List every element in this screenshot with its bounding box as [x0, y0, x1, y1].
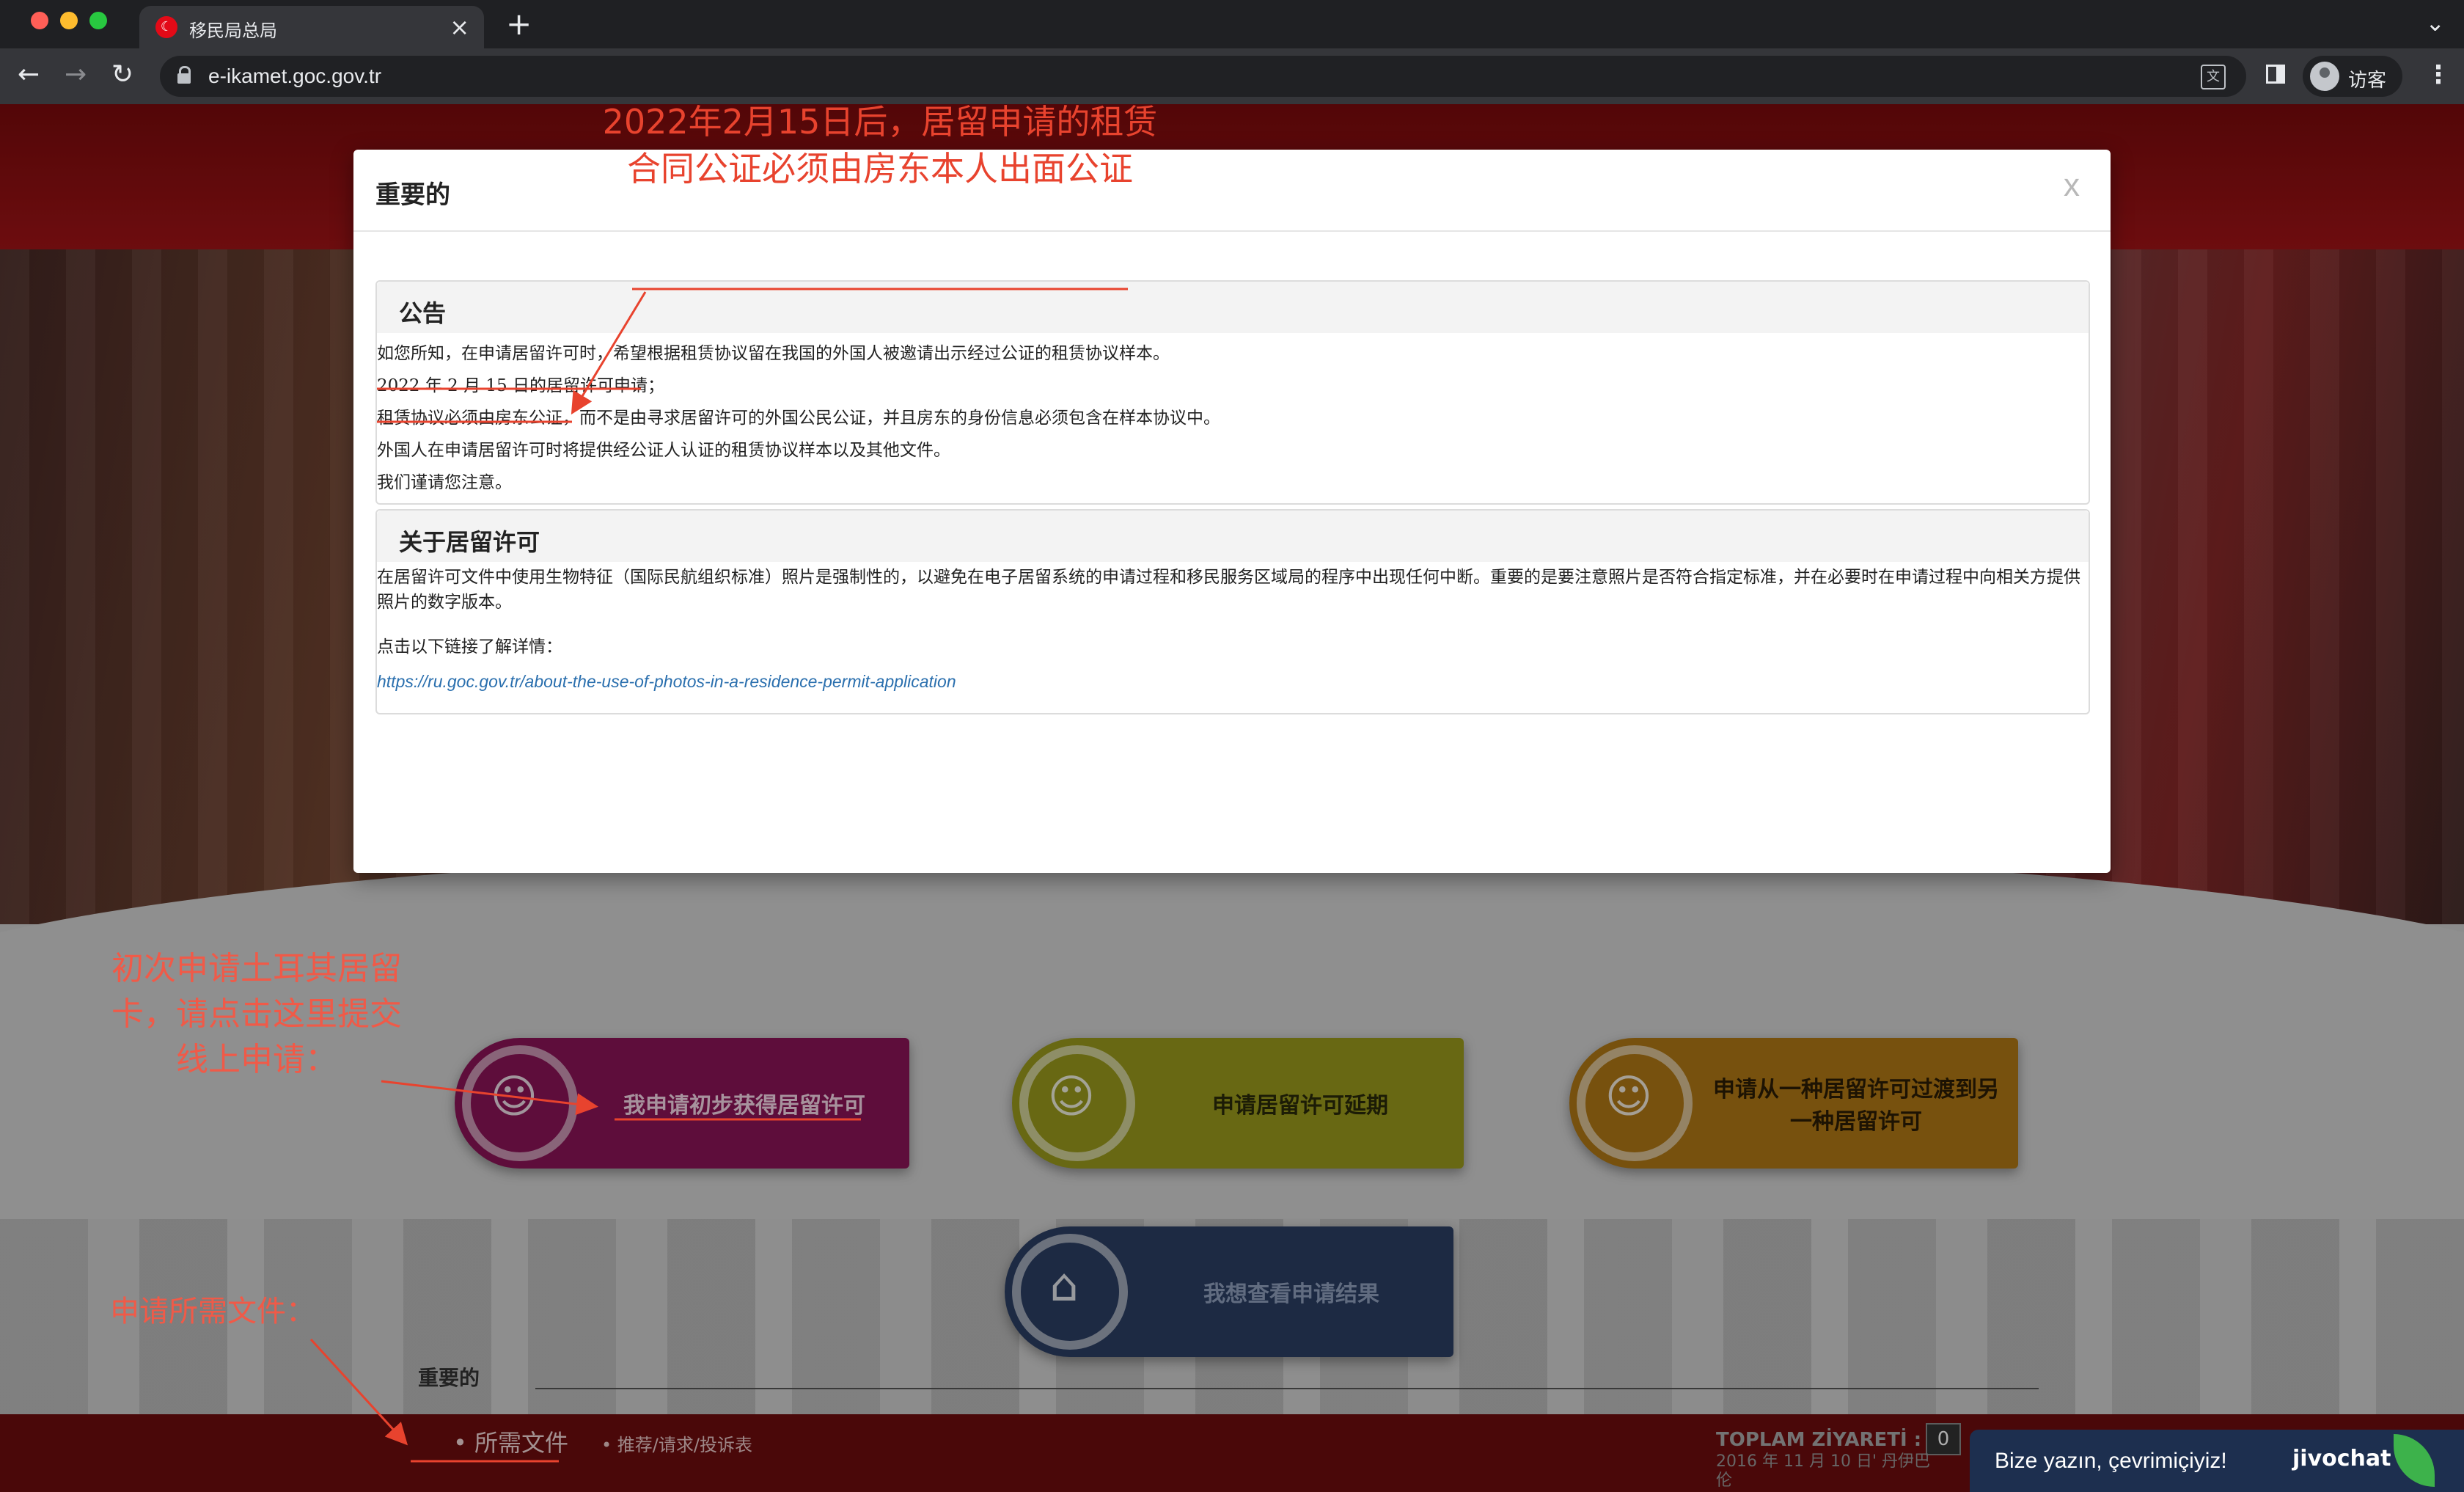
about-permit-panel: 关于居留许可 在居留许可文件中使用生物特征（国际民航组织标准）照片是强制性的，以…	[375, 509, 2090, 714]
new-tab-icon[interactable]: +	[506, 6, 532, 42]
panel-heading: 关于居留许可	[377, 511, 2089, 562]
reload-icon[interactable]: ↻	[111, 62, 133, 88]
announcement-line: 租赁协议必须由房东公证，而不是由寻求居留许可的外国公民公证，并且房东的身份信息必…	[377, 409, 1220, 428]
announcement-line: 外国人在申请居留许可时将提供经公证人认证的租赁协议样本以及其他文件。	[377, 441, 950, 460]
avatar-icon	[2310, 62, 2339, 91]
about-permit-click-label: 点击以下链接了解详情：	[377, 637, 562, 657]
about-permit-text: 在居留许可文件中使用生物特征（国际民航组织标准）照片是强制性的，以避免在电子居留…	[377, 568, 2080, 612]
profile-label: 访客	[2348, 70, 2387, 92]
address-bar[interactable]: e-ikamet.goc.gov.tr 文	[160, 56, 2246, 97]
lock-icon[interactable]	[177, 66, 191, 84]
side-panel-icon[interactable]	[2266, 65, 2285, 84]
window-zoom-button[interactable]	[89, 12, 107, 29]
announcement-panel: 公告 如您所知，在申请居留许可时，希望根据租赁协议留在我国的外国人被邀请出示经过…	[375, 280, 2090, 505]
tab-close-icon[interactable]: ×	[450, 13, 469, 41]
window-minimize-button[interactable]	[60, 12, 78, 29]
announcement-line: 2022 年 2 月 15 日的居留许可申请；	[377, 376, 664, 395]
forward-icon[interactable]: →	[65, 62, 87, 88]
about-permit-heading: 关于居留许可	[399, 528, 540, 556]
browser-toolbar: ← → ↻ e-ikamet.goc.gov.tr 文 访客 ⋮	[0, 48, 2464, 104]
panel-heading: 公告	[377, 282, 2089, 333]
announcement-heading: 公告	[399, 299, 447, 327]
documents-annotation: 申请所需文件：	[110, 1295, 315, 1328]
url-text[interactable]: e-ikamet.goc.gov.tr	[208, 65, 381, 88]
browser-tab-bar: ☾ 移民局总局 × + ⌄	[0, 0, 2464, 48]
important-modal: 重要的 x 公告 如您所知，在申请居留许可时，希望根据租赁协议留在我国的外国人被…	[353, 150, 2111, 873]
modal-divider	[353, 230, 2111, 232]
tab-search-icon[interactable]: ⌄	[2425, 9, 2445, 37]
tab-title: 移民局总局	[189, 21, 277, 41]
photo-guidelines-link[interactable]: https://ru.goc.gov.tr/about-the-use-of-p…	[377, 672, 956, 692]
profile-button[interactable]: 访客	[2303, 56, 2402, 97]
window-close-button[interactable]	[31, 12, 48, 29]
first-apply-annotation: 初次申请土耳其居留卡，请点击这里提交线上申请：	[111, 950, 402, 1078]
translate-icon[interactable]: 文	[2201, 65, 2226, 89]
announcement-line: 我们谨请您注意。	[377, 473, 512, 492]
kebab-menu-icon[interactable]: ⋮	[2426, 60, 2451, 89]
close-icon[interactable]: x	[2064, 167, 2080, 204]
leaf-icon	[2394, 1434, 2435, 1487]
back-icon[interactable]: ←	[18, 62, 40, 88]
lease-annotation: 2022年2月15日后，居留申请的租赁合同公证必须由房东本人出面公证	[602, 102, 1158, 189]
modal-title: 重要的	[375, 180, 450, 210]
chat-brand: jivochat	[2292, 1446, 2391, 1471]
announcement-line: 如您所知，在申请居留许可时，希望根据租赁协议留在我国的外国人被邀请出示经过公证的…	[377, 344, 1170, 363]
favicon-icon: ☾	[155, 16, 177, 38]
chat-prompt[interactable]: Bize yazın, çevrimiçiyiz!	[1995, 1449, 2227, 1474]
chat-widget[interactable]: Bize yazın, çevrimiçiyiz! jivochat	[1970, 1430, 2464, 1492]
browser-tab[interactable]: ☾ 移民局总局 ×	[139, 6, 484, 48]
